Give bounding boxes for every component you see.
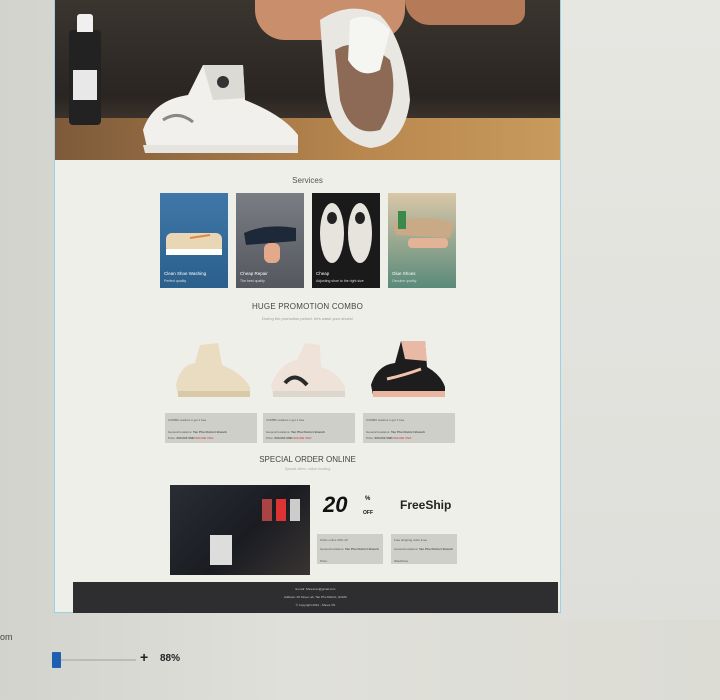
order-card[interactable]: Free shipping order lines General locati… — [391, 534, 457, 564]
promo-card-name: COMBO washes 1 get 1 free — [266, 418, 305, 422]
promo-shoe-cream-image — [176, 343, 250, 397]
promo-card-new-price: 000.000 VND — [293, 436, 312, 440]
order-card-store: Tan Phu District Branch — [419, 547, 453, 551]
promo-card-name: COMBO washes 1 get 1 free — [366, 418, 405, 422]
store-interior-image — [170, 485, 310, 575]
promo-card-location-label: General locations: — [266, 430, 291, 434]
order-card[interactable]: Order online 20% off General locations: … — [317, 534, 383, 564]
promo-card-name: COMBO washes 1 get 1 free — [168, 418, 207, 422]
promo-card[interactable]: COMBO washes 1 get 1 free General locati… — [263, 413, 355, 443]
footer-address: Address: 00 Street, ab, Tan Phu District… — [283, 595, 348, 599]
zoom-value: 88% — [160, 653, 181, 664]
order-card-name: Free shipping order lines — [394, 538, 428, 542]
special-order-title: SPECIAL ORDER ONLINE — [259, 455, 356, 464]
white-sneaker-image — [143, 65, 298, 153]
zoom-slider-track[interactable] — [56, 659, 136, 661]
service-card-glue[interactable]: Glue Shoes Genuine quality — [388, 193, 456, 288]
service-sub: The best quality — [240, 279, 265, 283]
promo-card-old-price: 000.000 VND — [374, 436, 393, 440]
promo-shoe-pink-image — [271, 343, 345, 397]
promo-card-price-label: Price: — [168, 436, 177, 440]
site-footer: E-mail: Shoesxxx@gmail.com Address: 00 S… — [73, 582, 558, 613]
promotion-title: HUGE PROMOTION COMBO — [251, 302, 364, 311]
service-label: Cheap — [316, 271, 330, 276]
service-sub: Perfect quality — [164, 279, 187, 283]
order-card-store: Tan Phu District Branch — [345, 547, 379, 551]
promo-card-price-label: Price: — [266, 436, 275, 440]
service-card-repair[interactable]: Cheap Repair The best quality — [236, 193, 304, 288]
wooden-table — [55, 118, 560, 160]
footer-email: E-mail: Shoesxxx@gmail.com — [295, 587, 336, 591]
cleaner-bottle-image — [69, 14, 101, 125]
promo-shoe-black-pink-image — [371, 341, 445, 397]
services-title: Services — [292, 176, 323, 185]
promo-card-new-price: 000.000 VND — [195, 436, 214, 440]
sole-cleaning-image — [320, 8, 410, 149]
promo-card-old-price: 000.000 VND — [274, 436, 293, 440]
discount-value: 20 — [323, 492, 348, 517]
promo-card-price-label: Price: — [366, 436, 375, 440]
promo-card[interactable]: COMBO washes 1 get 1 free General locati… — [363, 413, 455, 443]
footer-copyright: © Copyright 2021 - Shoes VN — [295, 603, 336, 607]
service-sub: Adjusting shoe to the right size — [316, 279, 364, 283]
monitor-bezel — [560, 0, 720, 620]
order-card-name: Order online 20% off — [320, 538, 348, 542]
promo-card-location-label: General locations: — [168, 430, 193, 434]
zoom-slider-thumb[interactable] — [52, 652, 61, 668]
promo-card-store: Tan Phu District Branch — [291, 430, 325, 434]
service-card-washing[interactable]: Clean Shoe Washing Perfect quality — [160, 193, 228, 288]
order-card-location-label: General locations: — [320, 547, 345, 551]
discount-percent: % — [365, 496, 371, 502]
discount-off: OFF — [363, 510, 373, 516]
zoom-in-button[interactable]: + — [140, 649, 148, 665]
service-card-adjust[interactable]: Cheap Adjusting shoe to the right size — [312, 193, 380, 288]
service-sub: Genuine quality — [392, 279, 417, 283]
service-label: Clean Shoe Washing — [164, 271, 207, 276]
promo-card-new-price: 000.000 VND — [393, 436, 412, 440]
service-label: Glue Shoes — [392, 271, 416, 276]
hero-banner — [55, 0, 560, 160]
promo-card-old-price: 000.000 VND — [176, 436, 195, 440]
promo-card-store: Tan Phu District Branch — [193, 430, 227, 434]
order-card-location-label: General locations: — [394, 547, 419, 551]
website-page: Services Clean Shoe Washing Perfect qual… — [55, 0, 560, 613]
order-card-price: Price: — [320, 559, 328, 563]
freeship-label: FreeShip — [400, 498, 452, 512]
promo-card-store: Tan Phu District Branch — [391, 430, 425, 434]
special-order-subtitle: Special offers, online booking — [284, 467, 331, 471]
promo-card-location-label: General locations: — [366, 430, 391, 434]
promotion-subtitle: During the promotion period, let's wash … — [261, 316, 354, 321]
promo-card[interactable]: COMBO washes 1 get 1 free General locati… — [165, 413, 257, 443]
order-card-price: Washshoe — [394, 559, 409, 563]
service-label: Cheap Repair — [240, 271, 268, 276]
zoom-label: om — [0, 632, 13, 642]
